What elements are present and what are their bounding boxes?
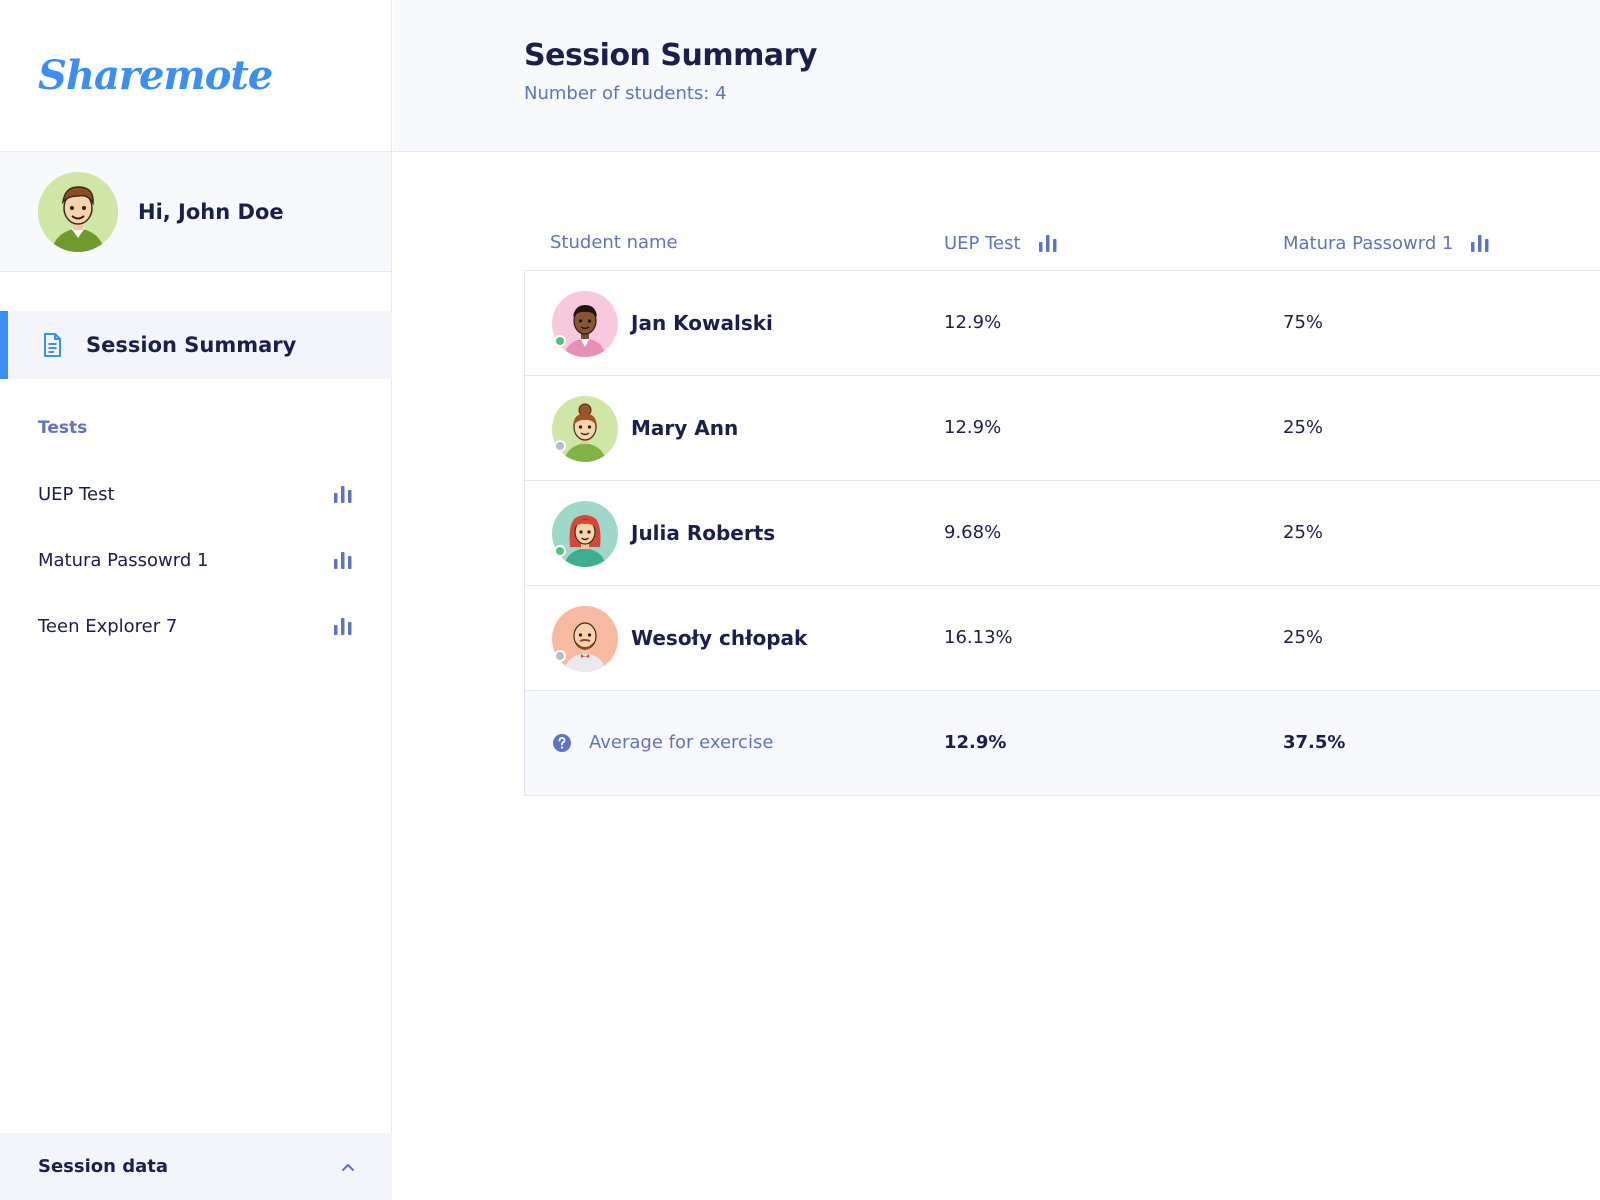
table-row[interactable]: Julia Roberts 9.68% 25% <box>525 481 1600 586</box>
matura-score: 75% <box>1283 312 1324 333</box>
logo-area: Sharemote <box>0 0 391 152</box>
man-avatar-icon <box>552 291 618 357</box>
avatar <box>552 291 618 357</box>
test-item-label: Teen Explorer 7 <box>38 615 178 637</box>
bar-chart-icon[interactable] <box>1037 232 1059 254</box>
average-row: Average for exercise 12.9% 37.5% <box>525 691 1600 796</box>
test-item-uep[interactable]: UEP Test <box>38 478 354 510</box>
sidebar: Sharemote Hi, John Doe Session Summary T… <box>0 0 392 1200</box>
bar-chart-icon[interactable] <box>1469 232 1491 254</box>
column-header-label: Student name <box>550 232 678 253</box>
uep-score: 12.9% <box>944 417 1002 438</box>
student-avatar <box>552 501 618 567</box>
avatar <box>552 396 618 462</box>
nav-item-session-summary[interactable]: Session Summary <box>0 311 392 379</box>
question-circle-icon[interactable] <box>552 733 572 753</box>
man-avatar-icon <box>38 171 118 252</box>
matura-score: 25% <box>1283 627 1324 648</box>
column-header-matura: Matura Passowrd 1 <box>1283 232 1491 254</box>
uep-score: 9.68% <box>944 522 1002 543</box>
bar-chart-icon[interactable] <box>332 483 354 505</box>
nav-item-label: Session Summary <box>86 333 297 357</box>
page-title: Session Summary <box>524 38 817 73</box>
bar-chart-icon[interactable] <box>332 615 354 637</box>
table-row[interactable]: Wesoły chłopak 16.13% 25% <box>525 586 1600 691</box>
column-header-label: Matura Passowrd 1 <box>1283 232 1454 254</box>
uep-score: 16.13% <box>944 627 1013 648</box>
column-header-student-name: Student name <box>550 232 678 253</box>
offline-status-dot <box>554 440 566 452</box>
average-uep: 12.9% <box>944 732 1007 753</box>
tests-heading: Tests <box>38 418 88 438</box>
student-count: Number of students: 4 <box>524 83 727 104</box>
avatar <box>552 606 618 672</box>
student-name[interactable]: Julia Roberts <box>631 521 775 545</box>
user-panel: Hi, John Doe <box>0 152 391 272</box>
user-greeting: Hi, John Doe <box>138 199 284 224</box>
document-icon <box>44 333 61 357</box>
bar-chart-icon[interactable] <box>332 549 354 571</box>
app-logo[interactable]: Sharemote <box>38 52 273 99</box>
results-table: Jan Kowalski 12.9% 75% Mary Ann 12.9% 25… <box>524 270 1600 796</box>
page-header: Session Summary Number of students: 4 <box>393 0 1600 152</box>
woman-avatar-icon <box>552 396 618 462</box>
test-item-label: Matura Passowrd 1 <box>38 549 209 571</box>
man-avatar-icon <box>552 606 618 672</box>
user-avatar[interactable] <box>38 171 118 252</box>
column-header-label: UEP Test <box>944 232 1021 254</box>
student-name[interactable]: Mary Ann <box>631 416 738 440</box>
student-avatar <box>552 291 618 357</box>
avatar <box>552 501 618 567</box>
offline-status-dot <box>554 650 566 662</box>
student-avatar <box>552 396 618 462</box>
matura-score: 25% <box>1283 417 1324 438</box>
student-name[interactable]: Wesoły chłopak <box>631 626 807 650</box>
table-row[interactable]: Jan Kowalski 12.9% 75% <box>525 271 1600 376</box>
uep-score: 12.9% <box>944 312 1002 333</box>
table-row[interactable]: Mary Ann 12.9% 25% <box>525 376 1600 481</box>
column-header-uep-test: UEP Test <box>944 232 1059 254</box>
average-matura: 37.5% <box>1283 732 1346 753</box>
session-data-label: Session data <box>38 1156 168 1177</box>
test-item-teen-explorer[interactable]: Teen Explorer 7 <box>38 610 354 642</box>
woman-avatar-icon <box>552 501 618 567</box>
student-name[interactable]: Jan Kowalski <box>631 311 773 335</box>
test-item-label: UEP Test <box>38 483 115 505</box>
session-data-toggle[interactable]: Session data <box>0 1133 392 1200</box>
chevron-up-icon <box>342 1163 354 1171</box>
test-item-matura[interactable]: Matura Passowrd 1 <box>38 544 354 576</box>
student-avatar <box>552 606 618 672</box>
online-status-dot <box>554 545 566 557</box>
average-label: Average for exercise <box>589 732 774 753</box>
matura-score: 25% <box>1283 522 1324 543</box>
online-status-dot <box>554 335 566 347</box>
